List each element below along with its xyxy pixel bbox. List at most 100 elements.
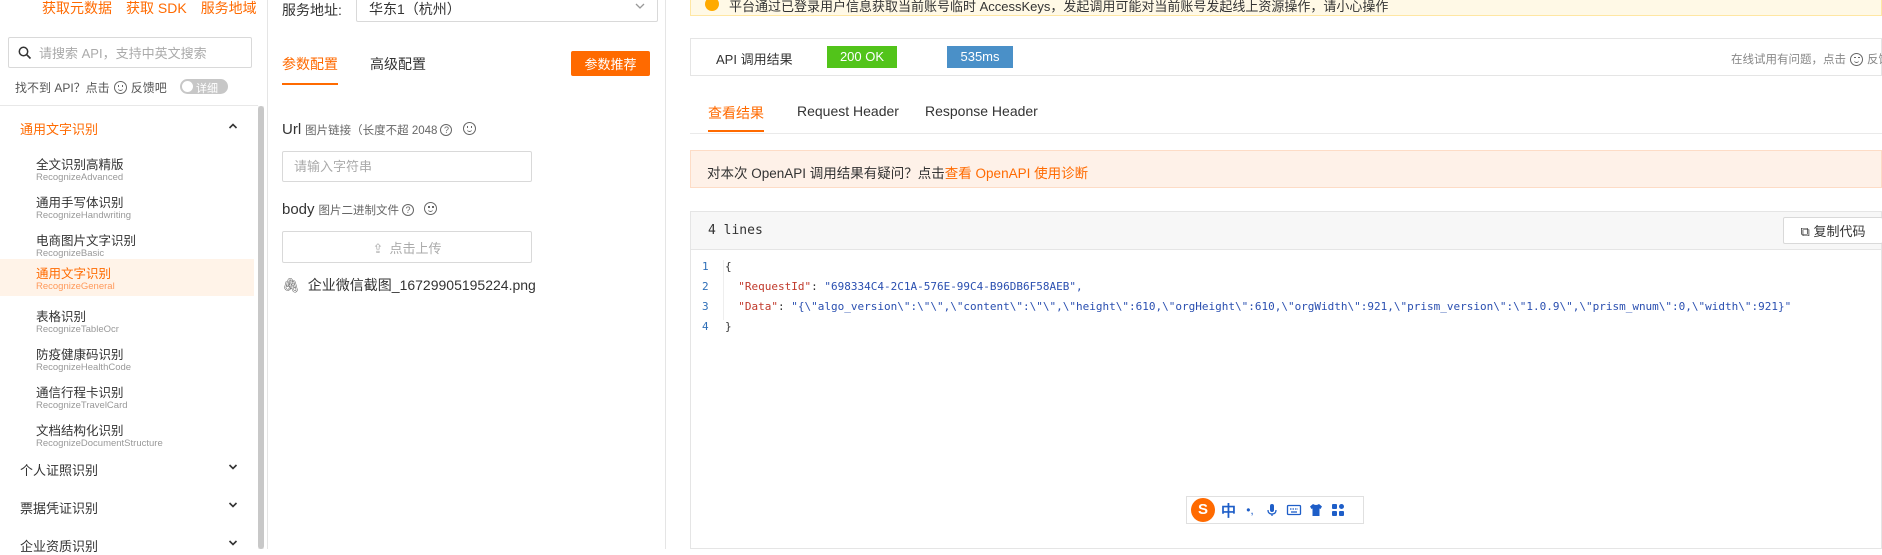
api-item-recognize-health-code[interactable]: 防疫健康码识别 RecognizeHealthCode	[0, 340, 254, 377]
get-metadata-link[interactable]: 获取元数据	[42, 0, 112, 18]
api-item-zh: 通信行程卡识别	[36, 386, 124, 400]
result-status-bar: API 调用结果 200 OK 535ms 在线试用有问题，点击 反馈	[690, 38, 1882, 76]
api-item-zh: 通用文字识别	[36, 267, 112, 281]
category-personal-id[interactable]: 个人证照识别	[20, 460, 98, 479]
smile-icon[interactable]	[462, 122, 476, 135]
result-panel: 平台通过已登录用户信息获取当前账号临时 AccessKeys，发起调用可能对当前…	[666, 0, 1882, 549]
smile-icon[interactable]	[424, 202, 438, 215]
api-item-recognize-basic[interactable]: 电商图片文字识别 RecognizeBasic	[0, 226, 254, 263]
uploaded-file[interactable]: 🖇 企业微信截图_16729905195224.png	[282, 275, 536, 295]
service-regions-link[interactable]: 服务地域	[201, 0, 257, 18]
feedback-smile-icon[interactable]	[113, 81, 127, 94]
param-recommend-button[interactable]: 参数推荐	[571, 51, 650, 76]
uploaded-file-name: 企业微信截图_16729905195224.png	[307, 277, 536, 293]
category-enterprise[interactable]: 企业资质识别	[20, 536, 98, 555]
code-line: }	[725, 320, 732, 333]
problem-feedback: 在线试用有问题，点击 反馈	[1731, 51, 1882, 67]
api-item-zh: 电商图片文字识别	[36, 234, 137, 248]
tab-advanced-config[interactable]: 高级配置	[370, 54, 426, 74]
chevron-down-icon[interactable]	[228, 500, 238, 510]
service-address-select[interactable]: 华东1（杭州）	[356, 0, 658, 22]
problem-feedback-link[interactable]: 反馈	[1867, 51, 1882, 67]
help-icon[interactable]: ?	[440, 124, 453, 136]
api-item-recognize-advanced[interactable]: 全文识别高精版 RecognizeAdvanced	[0, 150, 254, 187]
smile-icon[interactable]	[1850, 52, 1863, 66]
get-sdk-link[interactable]: 获取 SDK	[126, 0, 187, 18]
active-tab-underline	[708, 130, 764, 132]
tab-response-header[interactable]: Response Header	[925, 103, 1038, 119]
ime-chinese-mode[interactable]: 中	[1221, 500, 1236, 521]
api-search-input[interactable]	[39, 43, 244, 63]
tab-param-config[interactable]: 参数配置	[282, 54, 338, 74]
category-general-ocr[interactable]: 通用文字识别	[20, 119, 98, 138]
api-item-recognize-travel-card[interactable]: 通信行程卡识别 RecognizeTravelCard	[0, 378, 254, 415]
feedback-link[interactable]: 反馈吧	[131, 79, 167, 96]
chevron-down-icon[interactable]	[228, 462, 238, 472]
param-url-name: Url	[282, 121, 302, 138]
api-item-recognize-handwriting[interactable]: 通用手写体识别 RecognizeHandwriting	[0, 188, 254, 225]
line-number: 1	[702, 260, 709, 273]
line-number: 4	[702, 320, 709, 333]
skin-shirt-icon[interactable]	[1308, 502, 1324, 518]
api-item-zh: 文档结构化识别	[36, 424, 124, 438]
paperclip-icon: 🖇	[282, 276, 300, 293]
api-item-zh: 全文识别高精版	[36, 158, 124, 172]
param-body-name: body	[282, 201, 315, 218]
service-address-label: 服务地址:	[282, 2, 342, 18]
code-line: "Data": "{\"algo_version\":\"\",\"conten…	[738, 300, 1792, 313]
ime-punctuation[interactable]: •,	[1242, 502, 1258, 518]
upload-button[interactable]: ⇪ 点击上传	[282, 231, 532, 263]
microphone-icon[interactable]	[1264, 502, 1280, 518]
divider	[0, 105, 258, 106]
code-lines-count: 4 lines	[708, 223, 763, 238]
keyboard-icon[interactable]	[1286, 502, 1302, 518]
api-item-en: RecognizeHandwriting	[36, 210, 132, 221]
api-item-en: RecognizeAdvanced	[36, 172, 124, 183]
category-receipts[interactable]: 票据凭证识别	[20, 498, 98, 517]
copy-code-label: 复制代码	[1813, 224, 1866, 239]
tab-view-result[interactable]: 查看结果	[708, 103, 764, 123]
help-icon[interactable]: ?	[402, 204, 415, 216]
result-label: API 调用结果	[716, 52, 793, 67]
warning-text: 平台通过已登录用户信息获取当前账号临时 AccessKeys，发起调用可能对当前…	[729, 0, 1389, 14]
api-sidebar: 获取元数据 获取 SDK 服务地域 找不到 API？点击 反馈吧 详细 通用文字…	[0, 0, 268, 554]
warning-icon	[705, 0, 719, 11]
toolbox-grid-icon[interactable]	[1330, 502, 1346, 518]
ime-logo[interactable]: S	[1191, 498, 1215, 522]
json-value: "{\"algo_version\":\"\",\"content\":\"\"…	[791, 300, 1792, 313]
code-gutter-divider	[723, 260, 724, 320]
api-item-recognize-table-ocr[interactable]: 表格识别 RecognizeTableOcr	[0, 302, 254, 339]
json-key: "RequestId"	[738, 280, 812, 293]
duration-badge: 535ms	[947, 46, 1013, 68]
tab-request-header[interactable]: Request Header	[797, 103, 899, 119]
api-item-en: RecognizeBasic	[36, 248, 105, 259]
scrollbar-thumb[interactable]	[258, 106, 264, 549]
diagnosis-prefix: 对本次 OpenAPI 调用结果有疑问？点击	[707, 166, 945, 181]
api-item-recognize-document-structure[interactable]: 文档结构化识别 RecognizeDocumentStructure	[0, 416, 254, 453]
sidebar-scrollbar[interactable]	[258, 106, 264, 549]
copy-code-button[interactable]: ⧉ 复制代码	[1783, 217, 1882, 244]
api-item-zh: 通用手写体识别	[36, 196, 124, 210]
api-item-en: RecognizeHealthCode	[36, 362, 132, 373]
param-url-desc: 图片链接（长度不超 2048	[305, 125, 438, 137]
chevron-up-icon[interactable]	[228, 121, 238, 131]
status-badge: 200 OK	[827, 46, 897, 68]
api-item-en: RecognizeTravelCard	[36, 400, 128, 411]
toggle-label: 详细	[196, 83, 218, 95]
chevron-down-icon[interactable]	[228, 538, 238, 548]
copy-icon: ⧉	[1800, 224, 1810, 239]
code-header: 4 lines ⧉ 复制代码	[690, 211, 1882, 249]
json-key: "Data"	[738, 300, 778, 313]
api-item-zh: 防疫健康码识别	[36, 348, 124, 362]
param-url: Url 图片链接（长度不超 2048?	[282, 121, 476, 138]
url-input[interactable]	[282, 151, 532, 182]
diagnosis-link[interactable]: 查看 OpenAPI 使用诊断	[945, 166, 1088, 181]
detail-toggle[interactable]: 详细	[180, 79, 228, 95]
api-item-recognize-general[interactable]: 通用文字识别 RecognizeGeneral	[0, 259, 254, 296]
problem-text: 在线试用有问题，点击	[1731, 54, 1846, 66]
code-line: "RequestId": "698334C4-2C1A-576E-99C4-B9…	[738, 280, 1083, 293]
ime-toolbar[interactable]: S 中 •,	[1186, 496, 1364, 524]
api-search-box[interactable]	[8, 37, 252, 68]
diagnosis-text: 对本次 OpenAPI 调用结果有疑问？点击查看 OpenAPI 使用诊断	[707, 162, 1088, 182]
warning-banner: 平台通过已登录用户信息获取当前账号临时 AccessKeys，发起调用可能对当前…	[690, 0, 1882, 16]
